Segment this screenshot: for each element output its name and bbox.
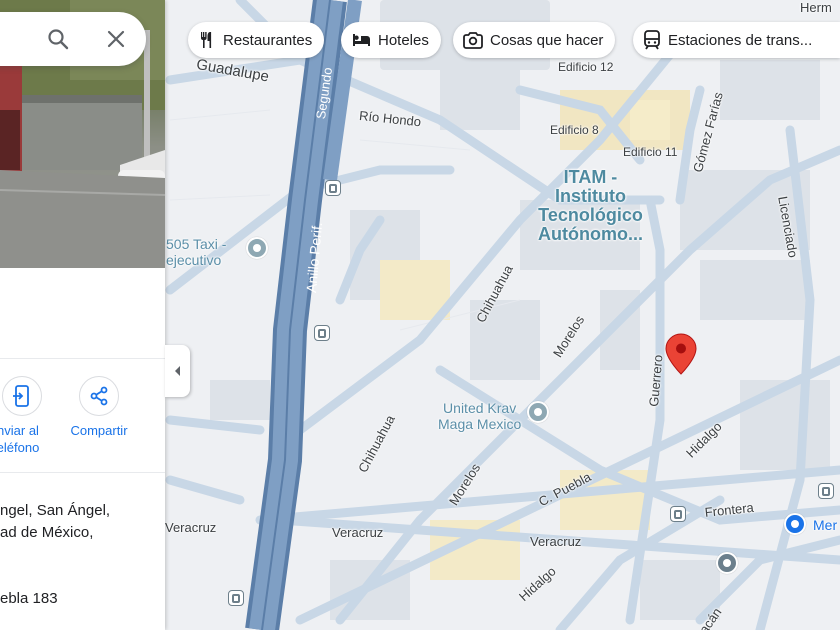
chip-hotels[interactable]: Hoteles	[341, 22, 441, 58]
share-label: Compartir	[70, 423, 128, 438]
building-label-edificio-8: Edificio 8	[550, 123, 599, 137]
bus-stop-icon[interactable]	[818, 483, 834, 499]
chip-things-to-do[interactable]: Cosas que hacer	[453, 22, 616, 58]
building-label-edificio-11: Edificio 11	[623, 145, 678, 159]
chip-transit-stations-label: Estaciones de trans...	[668, 31, 813, 49]
poi-label-krav-line1: United Krav	[443, 400, 517, 416]
clear-search-button[interactable]	[104, 27, 128, 51]
chip-restaurants[interactable]: Restaurantes	[188, 22, 325, 58]
building-label-edificio-12: Edificio 12	[558, 60, 614, 74]
street-label-herm: Herm	[800, 0, 832, 15]
store-poi-icon[interactable]	[784, 513, 806, 535]
plus-code: ebla 183	[0, 590, 58, 607]
share-button[interactable]: Compartir	[63, 376, 135, 439]
poi-label-itam-line3: Tecnológico	[538, 205, 643, 225]
collapse-panel-button[interactable]	[165, 345, 190, 397]
street-label-veracruz-3: Veracruz	[530, 534, 582, 549]
send-to-phone-icon	[13, 385, 29, 407]
share-icon	[90, 386, 108, 406]
poi-label-mer[interactable]: Mer	[813, 517, 837, 533]
send-to-phone-label-line2: eléfono	[0, 440, 40, 455]
poi-label-krav-line2: Maga Mexico	[438, 416, 522, 432]
send-to-phone-circle	[2, 376, 42, 416]
chip-hotels-label: Hoteles	[378, 31, 429, 49]
search-button[interactable]	[46, 27, 70, 51]
chip-things-to-do-label: Cosas que hacer	[490, 31, 604, 49]
divider	[0, 358, 165, 359]
street-label-veracruz-2: Veracruz	[332, 525, 384, 540]
close-icon	[107, 30, 125, 48]
bus-stop-icon[interactable]	[325, 180, 341, 196]
chip-restaurants-label: Restaurantes	[223, 31, 313, 49]
school-poi-icon[interactable]	[716, 552, 738, 574]
address-line-2: ad de México,	[0, 524, 94, 541]
poi-label-itam[interactable]: ITAM - Instituto Tecnológico Autónomo...	[538, 168, 643, 244]
taxi-poi-icon[interactable]	[246, 237, 268, 259]
send-to-phone-button[interactable]: nviar al eléfono	[0, 376, 50, 456]
restaurant-icon	[201, 32, 212, 48]
share-circle	[79, 376, 119, 416]
poi-label-itam-line2: Instituto	[555, 186, 626, 206]
place-details-panel: nviar al eléfono Compartir ngel, San Áng…	[0, 0, 165, 630]
poi-label-itam-line1: ITAM -	[563, 167, 618, 187]
bus-stop-icon[interactable]	[228, 590, 244, 606]
chip-transit-stations[interactable]: Estaciones de trans...	[633, 22, 840, 58]
search-box[interactable]	[0, 12, 146, 66]
poi-label-taxi[interactable]: 505 Taxi - ejecutivo	[166, 236, 226, 268]
transit-icon	[644, 30, 660, 50]
poi-label-itam-line4: Autónomo...	[538, 224, 643, 244]
hotel-icon	[353, 34, 370, 46]
location-pin-icon[interactable]	[665, 333, 697, 375]
address-line-1: ngel, San Ángel,	[0, 502, 111, 519]
chevron-left-icon	[174, 366, 180, 376]
krav-maga-poi-icon[interactable]	[527, 401, 549, 423]
poi-label-taxi-line1: 505 Taxi -	[166, 236, 227, 252]
bus-stop-icon[interactable]	[670, 506, 686, 522]
send-to-phone-label-line1: nviar al	[0, 423, 39, 438]
poi-label-taxi-line2: ejecutivo	[166, 252, 222, 268]
bus-stop-icon[interactable]	[314, 325, 330, 341]
street-label-veracruz-1: Veracruz	[165, 520, 217, 535]
divider	[0, 472, 165, 473]
search-icon	[48, 29, 69, 50]
send-to-phone-label: nviar al eléfono	[0, 422, 39, 456]
poi-label-krav-maga[interactable]: United Krav Maga Mexico	[438, 400, 521, 432]
camera-icon	[463, 32, 483, 49]
